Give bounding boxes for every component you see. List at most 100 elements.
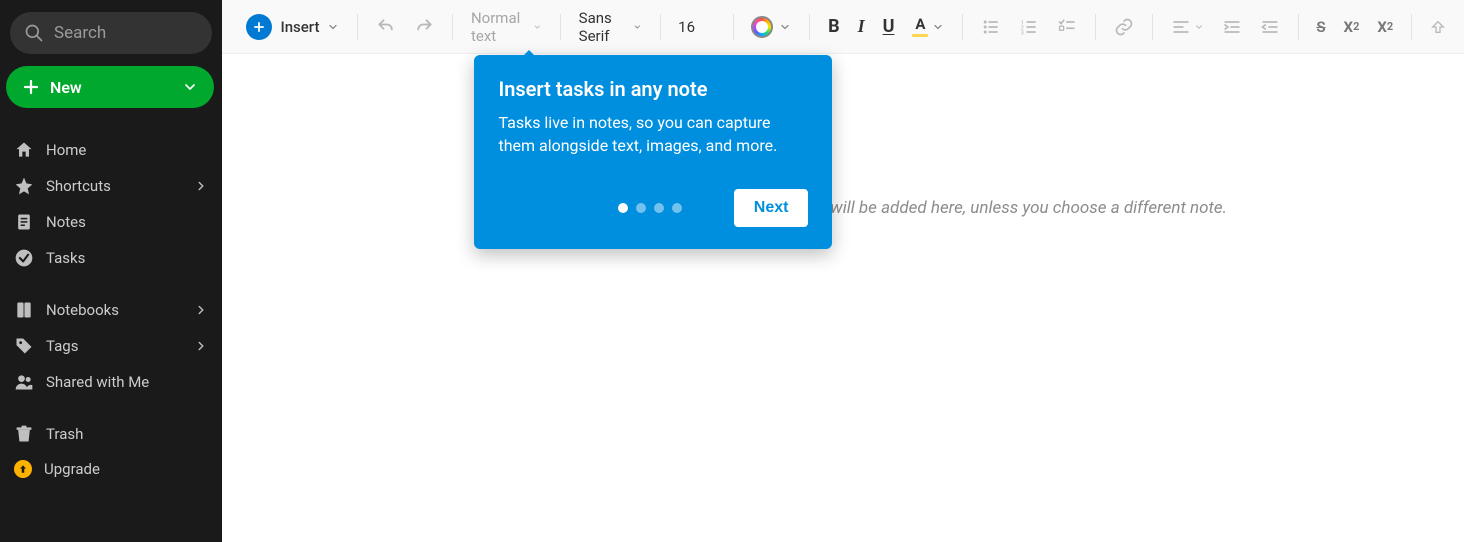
new-button[interactable]: New	[6, 66, 214, 108]
sidebar-nav: Home Shortcuts Notes Tasks	[0, 114, 222, 502]
step-dot-3[interactable]	[654, 203, 664, 213]
checklist-icon	[1057, 17, 1077, 37]
popover-footer: Next	[498, 189, 808, 227]
popover-body: Tasks live in notes, so you can capture …	[498, 111, 808, 157]
chevron-down-icon	[327, 21, 339, 33]
nav-group-primary: Home Shortcuts Notes Tasks	[0, 132, 222, 276]
search-input[interactable]: Search	[10, 12, 212, 54]
sidebar-item-label: Upgrade	[44, 460, 100, 478]
toolbar-separator	[733, 14, 734, 40]
toolbar-separator	[1411, 14, 1412, 40]
nav-group-footer: Trash Upgrade	[0, 416, 222, 486]
toolbar-separator	[1095, 14, 1096, 40]
font-color-icon	[751, 16, 773, 38]
popover-title: Insert tasks in any note	[498, 77, 808, 101]
undo-icon	[376, 17, 396, 37]
notebook-icon	[14, 300, 34, 320]
sidebar-item-upgrade[interactable]: Upgrade	[0, 452, 222, 486]
sidebar-item-shortcuts[interactable]: Shortcuts	[0, 168, 222, 204]
bold-button[interactable]: B	[822, 12, 846, 41]
chevron-down-icon	[182, 79, 198, 95]
app-root: Search New Home Shortcuts	[0, 0, 1464, 542]
svg-text:3: 3	[1021, 30, 1024, 36]
indent-increase-button[interactable]	[1216, 13, 1248, 41]
nav-group-organize: Notebooks Tags Shared with Me	[0, 292, 222, 400]
bulleted-list-button[interactable]	[975, 13, 1007, 41]
search-placeholder: Search	[54, 23, 106, 43]
toolbar-separator	[1298, 14, 1299, 40]
step-dot-1[interactable]	[618, 203, 628, 213]
sidebar-item-home[interactable]: Home	[0, 132, 222, 168]
new-button-content: New	[22, 78, 82, 97]
toolbar-separator	[560, 14, 561, 40]
sidebar: Search New Home Shortcuts	[0, 0, 222, 542]
sidebar-item-shared[interactable]: Shared with Me	[0, 364, 222, 400]
chevron-right-icon	[194, 179, 208, 193]
sidebar-item-tasks[interactable]: Tasks	[0, 240, 222, 276]
toolbar-separator	[809, 14, 810, 40]
search-icon	[24, 23, 44, 43]
insert-button[interactable]: Insert	[240, 10, 345, 44]
paragraph-style-value: Normal text	[471, 9, 527, 45]
sidebar-item-notebooks[interactable]: Notebooks	[0, 292, 222, 328]
sidebar-item-notes[interactable]: Notes	[0, 204, 222, 240]
strikethrough-button[interactable]: S	[1310, 14, 1331, 40]
align-left-button[interactable]	[1165, 13, 1210, 41]
redo-button[interactable]	[408, 13, 440, 41]
popover-next-button[interactable]: Next	[734, 189, 809, 227]
toolbar-separator	[1152, 14, 1153, 40]
step-dot-4[interactable]	[672, 203, 682, 213]
indent-decrease-button[interactable]	[1254, 13, 1286, 41]
sidebar-item-label: Tasks	[46, 249, 85, 267]
font-color-button[interactable]	[745, 12, 797, 42]
toolbar-separator	[452, 14, 453, 40]
bulleted-list-icon	[981, 17, 1001, 37]
sidebar-item-label: Shared with Me	[46, 373, 149, 391]
indent-decrease-icon	[1260, 17, 1280, 37]
italic-button[interactable]: I	[852, 12, 871, 41]
sidebar-item-label: Notes	[46, 213, 86, 231]
insert-plus-icon	[246, 14, 272, 40]
trash-icon	[14, 424, 34, 444]
toolbar-separator	[357, 14, 358, 40]
star-icon	[14, 176, 34, 196]
insert-label: Insert	[280, 18, 319, 36]
toolbar-separator	[962, 14, 963, 40]
numbered-list-button[interactable]: 123	[1013, 13, 1045, 41]
link-button[interactable]	[1108, 13, 1140, 41]
sidebar-item-trash[interactable]: Trash	[0, 416, 222, 452]
upgrade-icon	[14, 460, 32, 478]
plus-icon	[22, 78, 40, 96]
checklist-button[interactable]	[1051, 13, 1083, 41]
align-left-icon	[1171, 17, 1191, 37]
underline-button[interactable]: U	[877, 12, 901, 41]
chevron-down-icon	[1194, 22, 1204, 32]
sidebar-item-tags[interactable]: Tags	[0, 328, 222, 364]
new-button-label: New	[50, 78, 82, 97]
tag-icon	[14, 336, 34, 356]
more-button[interactable]	[1424, 13, 1452, 41]
undo-button[interactable]	[370, 13, 402, 41]
font-size-select[interactable]: 16	[673, 14, 721, 40]
toolbar: Insert Normal text Sans Serif	[222, 0, 1464, 54]
font-family-value: Sans Serif	[579, 9, 628, 45]
step-dot-2[interactable]	[636, 203, 646, 213]
chevron-down-icon	[633, 21, 642, 33]
indent-increase-icon	[1222, 17, 1242, 37]
font-family-select[interactable]: Sans Serif	[573, 5, 648, 49]
subscript-button[interactable]: X2	[1371, 14, 1399, 40]
paragraph-style-select[interactable]: Normal text	[465, 5, 548, 49]
new-button-wrap: New	[0, 66, 222, 114]
sidebar-item-label: Shortcuts	[46, 177, 111, 195]
chevron-right-icon	[194, 339, 208, 353]
editor-content[interactable]: Tasks you add from the create button wil…	[222, 54, 1464, 542]
home-icon	[14, 140, 34, 160]
font-size-value: 16	[678, 18, 695, 36]
superscript-button[interactable]: X2	[1338, 14, 1366, 40]
chevron-down-icon	[533, 21, 542, 33]
editor-area: Insert Normal text Sans Serif	[222, 0, 1464, 542]
onboarding-popover: Insert tasks in any note Tasks live in n…	[474, 55, 832, 249]
highlight-button[interactable]: A	[906, 13, 950, 41]
link-icon	[1114, 17, 1134, 37]
highlight-icon: A	[912, 17, 928, 37]
